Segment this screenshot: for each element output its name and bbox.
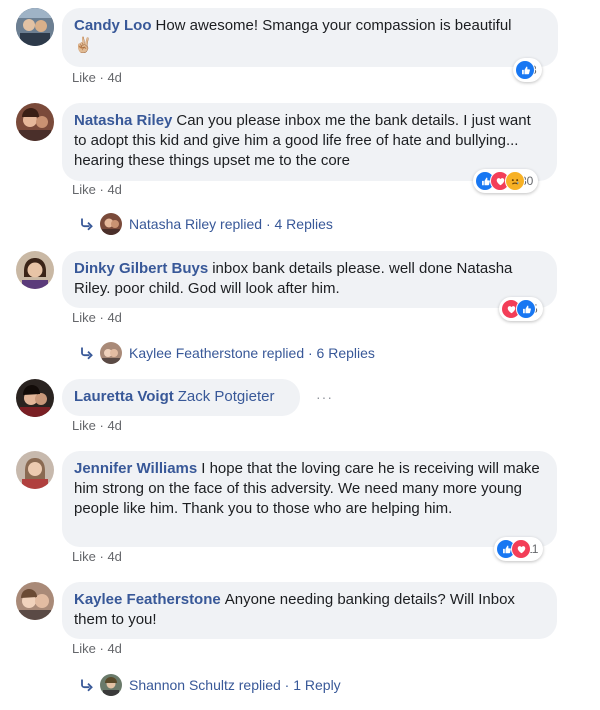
like-reaction-icon: [515, 60, 535, 80]
reaction-count[interactable]: 30: [473, 169, 539, 193]
comment-time[interactable]: 4d: [107, 418, 121, 433]
comment-time[interactable]: 4d: [107, 641, 121, 656]
comment-author[interactable]: Candy Loo: [74, 17, 152, 34]
reply-arrow-icon: [80, 678, 94, 692]
reaction-count[interactable]: 11: [494, 537, 544, 561]
comment-bubble: Lauretta Voigt Zack Potgieter: [62, 379, 300, 416]
like-button[interactable]: Like: [72, 310, 96, 325]
reaction-count[interactable]: 8: [513, 58, 542, 82]
comment-bubble: Candy Loo How awesome! Smanga your compas…: [62, 8, 558, 67]
comment-bubble: Dinky Gilbert Buys inbox bank details ple…: [62, 251, 557, 308]
avatar[interactable]: [16, 251, 54, 289]
like-button[interactable]: Like: [72, 418, 96, 433]
comment-meta: Like · 4d: [72, 310, 122, 325]
avatar[interactable]: [16, 103, 54, 141]
avatar[interactable]: [16, 451, 54, 489]
view-replies-link[interactable]: Natasha Riley replied · 4 Replies: [80, 213, 333, 235]
like-button[interactable]: Like: [72, 641, 96, 656]
love-reaction-icon: [511, 539, 531, 559]
comment-bubble: Kaylee Featherstone Anyone needing bankin…: [62, 582, 557, 639]
comment-time[interactable]: 4d: [107, 70, 121, 85]
meta-separator: ·: [99, 641, 104, 656]
victory-hand-emoji: ✌🏼: [74, 37, 93, 54]
replies-summary[interactable]: Natasha Riley replied · 4 Replies: [129, 216, 333, 232]
comment-text: How awesome! Smanga your compassion is b…: [155, 17, 512, 34]
avatar: [100, 342, 122, 364]
comment-author[interactable]: Jennifer Williams: [74, 460, 197, 477]
comment-meta: Like · 4d: [72, 182, 122, 197]
avatar[interactable]: [16, 379, 54, 417]
more-options-icon[interactable]: ···: [316, 389, 333, 405]
reply-arrow-icon: [80, 217, 94, 231]
reply-arrow-icon: [80, 346, 94, 360]
meta-separator: ·: [99, 549, 104, 564]
comment-meta: Like · 4d: [72, 418, 122, 433]
like-reaction-icon: [516, 299, 536, 319]
comment-author[interactable]: Natasha Riley: [74, 112, 172, 129]
view-replies-link[interactable]: Shannon Schultz replied · 1 Reply: [80, 674, 341, 696]
comment-author[interactable]: Lauretta Voigt: [74, 388, 174, 405]
view-replies-link[interactable]: Kaylee Featherstone replied · 6 Replies: [80, 342, 375, 364]
comment-time[interactable]: 4d: [107, 549, 121, 564]
comment-time[interactable]: 4d: [107, 182, 121, 197]
replies-summary[interactable]: Shannon Schultz replied · 1 Reply: [129, 677, 341, 693]
avatar: [100, 674, 122, 696]
avatar[interactable]: [16, 8, 54, 46]
mention-link[interactable]: Zack Potgieter: [178, 388, 275, 405]
avatar[interactable]: [16, 582, 54, 620]
comment-time[interactable]: 4d: [107, 310, 121, 325]
avatar: [100, 213, 122, 235]
reaction-count[interactable]: 5: [499, 297, 543, 321]
comment-meta: Like · 4d: [72, 549, 122, 564]
replies-summary[interactable]: Kaylee Featherstone replied · 6 Replies: [129, 345, 375, 361]
like-button[interactable]: Like: [72, 182, 96, 197]
like-button[interactable]: Like: [72, 70, 96, 85]
sad-reaction-icon: [505, 171, 525, 191]
meta-separator: ·: [99, 182, 104, 197]
meta-separator: ·: [99, 310, 104, 325]
comment-bubble: Jennifer Williams I hope that the loving …: [62, 451, 557, 547]
comment-author[interactable]: Kaylee Featherstone: [74, 591, 221, 608]
comment-meta: Like · 4d: [72, 641, 122, 656]
meta-separator: ·: [99, 70, 104, 85]
comment-meta: Like · 4d: [72, 70, 122, 85]
comment-author[interactable]: Dinky Gilbert Buys: [74, 260, 208, 277]
like-button[interactable]: Like: [72, 549, 96, 564]
meta-separator: ·: [99, 418, 104, 433]
